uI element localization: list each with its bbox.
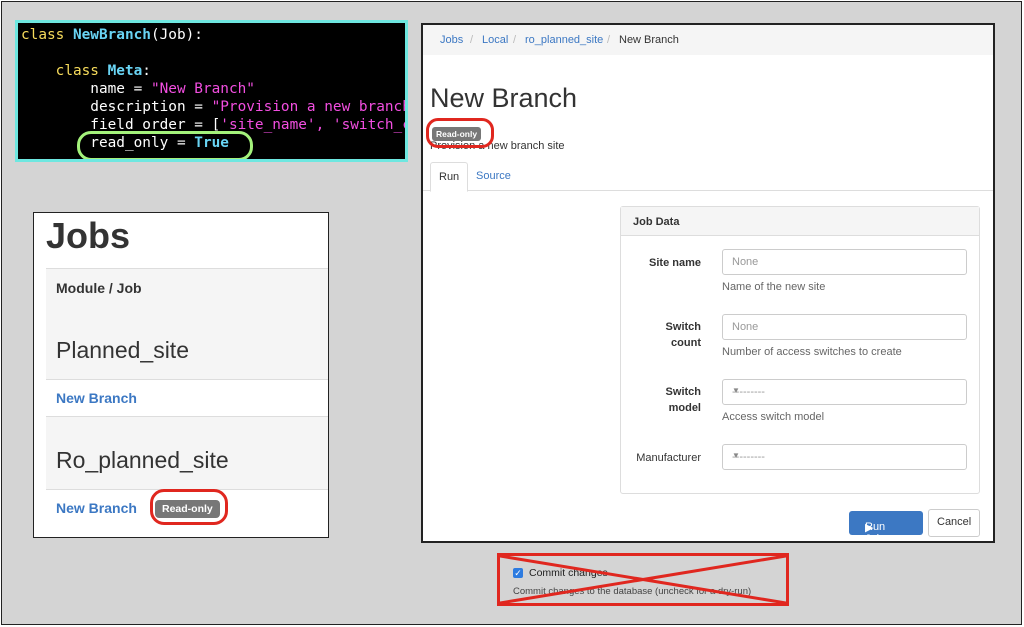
column-header: Module / Job <box>56 280 142 296</box>
cross-out-icon <box>500 556 786 603</box>
code-line: name = "New Branch" <box>21 81 255 97</box>
job-link[interactable]: New Branch <box>56 390 137 406</box>
switch-model-label: Switch model <box>665 386 701 414</box>
jobs-title: Jobs <box>46 215 131 256</box>
highlight-ring <box>150 489 228 525</box>
breadcrumb-item[interactable]: Local <box>482 34 508 46</box>
module-name: Ro_planned_site <box>56 447 229 473</box>
manufacturer-label: Manufacturer <box>636 452 701 464</box>
module-group-row: Planned_site <box>46 307 328 380</box>
chevron-down-icon: ▼ <box>732 451 740 460</box>
job-row: New Branch Read-only <box>46 489 328 530</box>
chevron-down-icon: ▼ <box>732 386 740 395</box>
breadcrumb-separator: / <box>607 34 611 46</box>
job-run-page: Jobs / Local / ro_planned_site / New Bra… <box>421 23 995 543</box>
code-line: class NewBranch(Job): <box>21 27 203 43</box>
switch-count-help: Number of access switches to create <box>722 346 902 358</box>
highlight-ring <box>426 118 494 148</box>
code-line: description = "Provision a new branch <box>21 99 408 115</box>
switch-model-help: Access switch model <box>722 411 825 423</box>
manufacturer-select[interactable]: --------- ▼ <box>722 444 967 470</box>
breadcrumb: Jobs / Local / ro_planned_site / New Bra… <box>423 25 993 55</box>
breadcrumb-item[interactable]: Jobs <box>440 34 463 46</box>
job-link[interactable]: New Branch <box>56 500 137 516</box>
breadcrumb-current: New Branch <box>619 34 679 46</box>
job-row: New Branch <box>46 380 328 417</box>
panel-title: Job Data <box>633 216 680 228</box>
breadcrumb-item[interactable]: ro_planned_site <box>525 34 603 46</box>
switch-count-label: Switch count <box>665 321 701 349</box>
module-name: Planned_site <box>56 337 189 363</box>
table-header: Module / Job <box>46 268 328 308</box>
breadcrumb-separator: / <box>513 34 517 46</box>
switch-count-input[interactable]: None <box>722 314 967 340</box>
input-placeholder: None <box>732 256 759 268</box>
job-data-panel: Job Data Site name None Name of the new … <box>620 206 980 494</box>
jobs-list-panel: Jobs Module / Job Planned_site New Branc… <box>33 212 329 538</box>
site-name-input[interactable]: None <box>722 249 967 275</box>
input-placeholder: None <box>732 321 759 333</box>
panel-header: Job Data <box>621 207 979 236</box>
site-name-help: Name of the new site <box>722 281 826 293</box>
module-group-row: Ro_planned_site <box>46 417 328 490</box>
commit-changes-box: ✓ Commit changes Commit changes to the d… <box>497 553 789 606</box>
cancel-button[interactable]: Cancel <box>928 509 980 537</box>
run-job-button[interactable]: ▶ Run Job <box>849 511 923 541</box>
breadcrumb-separator: / <box>470 34 474 46</box>
code-line: class Meta: <box>55 63 151 79</box>
tab-bar: Run Source <box>423 162 993 192</box>
code-snippet: class NewBranch(Job): class Meta: name =… <box>15 20 408 162</box>
switch-model-select[interactable]: --------- ▼ <box>722 379 967 405</box>
tab-source[interactable]: Source <box>468 162 519 190</box>
highlight-ring <box>77 131 253 159</box>
site-name-label: Site name <box>649 257 701 269</box>
page-title: New Branch <box>430 83 578 113</box>
tab-run[interactable]: Run <box>430 162 469 192</box>
